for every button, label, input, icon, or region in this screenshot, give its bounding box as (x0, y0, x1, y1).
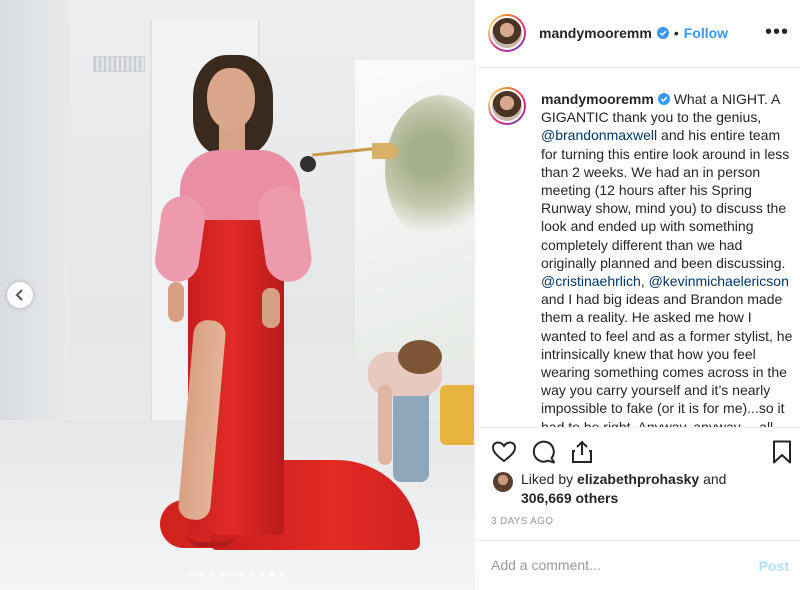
carousel-dot (199, 572, 205, 578)
likes-summary: Liked by elizabethprohasky and 306,669 o… (493, 470, 726, 508)
likes-text: Liked by elizabethprohasky and 306,669 o… (521, 470, 726, 508)
caption-text: , (640, 273, 649, 290)
figure-face (207, 68, 255, 130)
caption-mention[interactable]: @brandonmaxwell (541, 127, 657, 143)
carousel-indicator (0, 572, 474, 578)
separator-bullet: • (673, 25, 679, 41)
figure-shoe (188, 525, 234, 547)
carousel-dot (269, 572, 275, 578)
follow-button[interactable]: Follow (684, 25, 728, 41)
author-line: mandymooremm • Follow (539, 25, 728, 41)
post-comment-button[interactable]: Post (759, 558, 789, 574)
caption-mention[interactable]: @cristinaehrlich (541, 273, 641, 289)
share-icon[interactable] (569, 439, 595, 465)
post-caption: mandymooremm What a NIGHT. A GIGANTIC th… (541, 90, 797, 427)
verified-badge-icon (656, 27, 669, 39)
carousel-dot (209, 572, 215, 578)
carousel-dot (259, 572, 265, 578)
carousel-dot (239, 572, 245, 578)
post-header: mandymooremm • Follow ••• (475, 0, 800, 68)
figure-hand-right (262, 288, 280, 328)
likes-and: and (699, 471, 727, 487)
more-options-icon[interactable]: ••• (765, 22, 789, 42)
photo-vent (93, 56, 145, 72)
caption-text: and I had big ideas and Brandon made the… (541, 291, 793, 427)
stylist-arm (378, 385, 392, 465)
likes-count[interactable]: 306,669 others (521, 490, 618, 506)
caption-author-avatar[interactable] (488, 87, 526, 125)
comment-input[interactable] (491, 557, 731, 573)
photo-yellow-object (440, 385, 474, 445)
bookmark-icon[interactable] (769, 439, 795, 465)
caption-mention[interactable]: @kevinmichaelericson (649, 273, 789, 289)
liker-username[interactable]: elizabethprohasky (577, 471, 699, 487)
verified-badge-icon (657, 93, 670, 105)
carousel-dot (229, 572, 235, 578)
comment-icon[interactable] (531, 439, 557, 465)
caption-username[interactable]: mandymooremm (541, 91, 654, 107)
comment-bar: Post (475, 540, 800, 590)
post-date[interactable]: 3 DAYS AGO (491, 516, 553, 527)
caption-area: mandymooremm What a NIGHT. A GIGANTIC th… (475, 69, 800, 427)
carousel-dot (189, 572, 195, 578)
post-side-panel: mandymooremm • Follow ••• mandymooremm W… (474, 0, 800, 590)
carousel-dot (249, 572, 255, 578)
stylist-head (398, 340, 442, 374)
carousel-dot (219, 572, 225, 578)
post-photo[interactable] (0, 0, 474, 590)
carousel-dot (279, 572, 285, 578)
caption-text: and his entire team for turning this ent… (541, 127, 790, 271)
likes-prefix: Liked by (521, 471, 578, 487)
photo-lamp-head (372, 143, 398, 159)
photo-lamp-base (300, 156, 316, 172)
author-username[interactable]: mandymooremm (539, 25, 652, 41)
author-avatar[interactable] (488, 14, 526, 52)
heart-icon[interactable] (491, 439, 517, 465)
liker-avatar[interactable] (493, 472, 513, 492)
carousel-prev-button[interactable] (7, 282, 33, 308)
chevron-left-icon (15, 289, 23, 301)
figure-hand-left (168, 282, 184, 322)
